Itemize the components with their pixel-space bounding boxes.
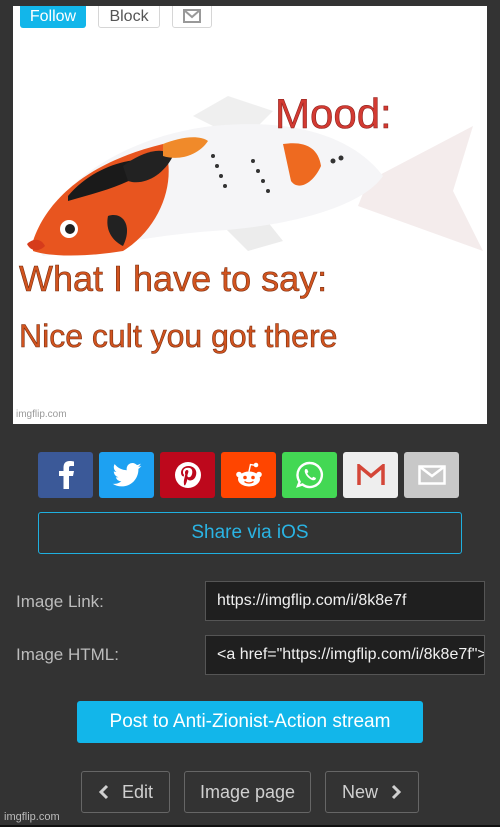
- gmail-icon: [356, 464, 385, 485]
- reddit-icon: [235, 462, 262, 487]
- follow-button[interactable]: Follow: [20, 6, 86, 28]
- email-icon: [417, 465, 446, 485]
- post-to-stream-button[interactable]: Post to Anti-Zionist-Action stream: [77, 701, 423, 743]
- new-button[interactable]: New: [325, 771, 419, 813]
- whatsapp-icon: [295, 461, 323, 489]
- share-email-button[interactable]: [404, 452, 459, 498]
- image-html-field[interactable]: <a href="https://imgflip.com/i/8k8e7f"><…: [205, 635, 485, 675]
- twitter-icon: [112, 463, 141, 487]
- share-gmail-button[interactable]: [343, 452, 398, 498]
- image-link-label: Image Link:: [16, 592, 104, 611]
- chevron-right-icon: [391, 784, 402, 800]
- new-label: New: [341, 781, 378, 802]
- chevron-left-icon: [98, 784, 109, 800]
- message-button[interactable]: [172, 6, 212, 28]
- share-pinterest-button[interactable]: [160, 452, 215, 498]
- block-button[interactable]: Block: [98, 6, 160, 28]
- envelope-icon: [183, 9, 201, 23]
- meme-bottom-text: Nice cult you got there: [19, 318, 338, 355]
- meme-watermark: imgflip.com: [16, 409, 67, 420]
- pinterest-icon: [174, 462, 201, 488]
- share-via-ios-button[interactable]: Share via iOS: [38, 512, 462, 554]
- koi-fish-illustration: [27, 96, 483, 257]
- image-html-label: Image HTML:: [16, 645, 119, 664]
- meme-top-text: Mood:: [275, 90, 392, 138]
- share-reddit-button[interactable]: [221, 452, 276, 498]
- image-page-button[interactable]: Image page: [184, 771, 311, 813]
- share-facebook-button[interactable]: [38, 452, 93, 498]
- image-link-field[interactable]: https://imgflip.com/i/8k8e7f: [205, 581, 485, 621]
- profile-actions: Follow Block: [20, 6, 212, 28]
- footer-watermark: imgflip.com: [4, 811, 60, 823]
- share-buttons: [38, 452, 459, 498]
- image-page-label: Image page: [199, 781, 296, 802]
- meme-middle-text: What I have to say:: [19, 258, 328, 300]
- facebook-icon: [58, 461, 74, 489]
- share-twitter-button[interactable]: [99, 452, 154, 498]
- share-whatsapp-button[interactable]: [282, 452, 337, 498]
- meme-image: Follow Block Mood: What I have to say: N…: [13, 6, 487, 424]
- edit-button[interactable]: Edit: [81, 771, 170, 813]
- edit-label: Edit: [121, 781, 154, 802]
